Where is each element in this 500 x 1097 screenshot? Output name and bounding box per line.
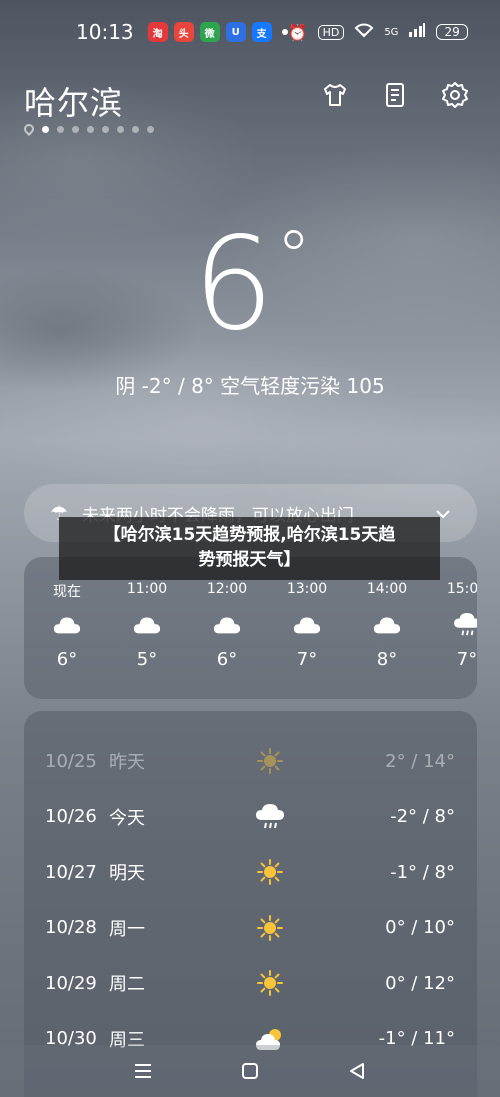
network-type: 5G [384,26,399,38]
system-nav-bar [0,1045,500,1097]
page-indicator-dot[interactable] [87,125,94,133]
rain-cloud-icon [245,803,295,830]
daily-temp-range: -2° / 8° [390,806,455,827]
page-indicator-dot[interactable] [117,125,124,133]
home-icon[interactable] [235,1056,265,1086]
hourly-time: 15:00 [446,581,477,597]
daily-date: 10/27 [45,861,97,883]
cloud-icon [32,613,102,637]
status-indicators: ⏰ HD 5G 29 [288,22,468,42]
battery-level: 29 [436,24,468,40]
daily-row[interactable]: 10/27 明天 -1° / 8° [24,844,477,900]
menu-icon[interactable] [128,1056,158,1086]
notification-app-icon: 支 [251,22,272,42]
sun-icon [245,914,295,941]
wifi-icon [354,22,374,42]
hourly-time: 14:00 [366,581,408,597]
notification-app-icon: 头 [173,22,194,42]
daily-date: 10/29 [45,972,97,994]
weather-summary[interactable]: 阴 -2° / 8° 空气轻度污染 105 [0,370,500,399]
daily-row[interactable]: 10/26 今天 -2° / 8° [24,789,477,845]
notification-app-icon: U [225,22,246,42]
daily-date: 10/25 [45,750,97,772]
daily-row[interactable]: 10/28 周一 0° / 10° [24,900,477,956]
cloud-icon [272,613,342,637]
signal-icon [408,22,426,42]
page-indicator-dot[interactable] [132,125,139,133]
page-indicator-dot[interactable] [42,125,49,133]
gear-icon[interactable] [440,80,470,110]
hourly-temp: 5° [136,649,158,670]
city-name[interactable]: 哈尔滨 [24,78,123,124]
hourly-temp: 8° [376,649,398,670]
tshirt-icon[interactable] [320,80,350,110]
cloud-icon [352,613,422,637]
current-temperature: 6° [0,210,500,359]
location-pin-icon [21,121,37,137]
page-indicator-dot[interactable] [57,125,64,133]
daily-temp-range: 0° / 12° [385,972,455,994]
notification-app-icons: 淘头微U支 [147,22,288,42]
hourly-time: 13:00 [286,581,328,597]
daily-day-name: 周一 [109,918,145,940]
hourly-temp: 7° [296,649,318,670]
cloud-icon [112,613,182,637]
page-indicator-dot[interactable] [147,125,154,133]
daily-date: 10/28 [45,917,97,938]
notification-app-icon: 微 [199,22,220,42]
daily-temp-range: 2° / 14° [385,750,455,772]
daily-temp-range: -1° / 8° [390,861,455,883]
caption-line-1: 【哈尔滨15天趋势预报,哈尔滨15天趋 [103,525,396,545]
page-indicator-dot[interactable] [102,125,109,133]
cloud-icon [192,613,262,637]
sun-icon [245,748,295,774]
alarm-icon: ⏰ [287,22,308,42]
daily-row[interactable]: 10/25 昨天 2° / 14° [24,733,477,789]
status-bar: 10:13 淘头微U支 ⏰ HD 5G 29 [0,0,500,64]
hourly-time: 12:00 [206,581,248,597]
hourly-temp: 7° [456,649,477,670]
hourly-time: 11:00 [126,581,168,597]
status-time: 10:13 [76,20,134,44]
document-icon[interactable] [380,80,410,110]
daily-row[interactable]: 10/29 周二 0° / 12° [24,955,477,1011]
degree-symbol: ° [276,216,311,298]
caption-line-2: 势预报天气】 [198,550,301,570]
city-pager[interactable] [21,121,154,137]
daily-forecast[interactable]: 10/25 昨天 2° / 14° 10/26 今天 -2° / 8° 10/27 … [24,711,477,1097]
daily-day-name: 明天 [109,863,145,884]
header-actions [320,80,470,110]
sun-icon [245,859,295,885]
article-title-overlay: 【哈尔滨15天趋势预报,哈尔滨15天趋 势预报天气】 [59,517,440,580]
back-icon[interactable] [342,1056,372,1086]
daily-day-name: 今天 [109,807,145,829]
hourly-temp: 6° [56,649,78,670]
daily-temp-range: 0° / 10° [385,917,455,938]
page-indicator-dot[interactable] [72,125,79,133]
rain-cloud-icon [432,613,477,637]
notification-app-icon: 淘 [147,22,168,42]
temperature-value: 6 [192,210,274,359]
hourly-time: 现在 [53,584,81,600]
daily-date: 10/26 [45,806,97,827]
daily-day-name: 昨天 [109,752,145,773]
hourly-temp: 6° [216,649,238,670]
hd-badge: HD [317,24,345,40]
daily-day-name: 周二 [109,974,145,995]
sun-icon [245,970,295,996]
